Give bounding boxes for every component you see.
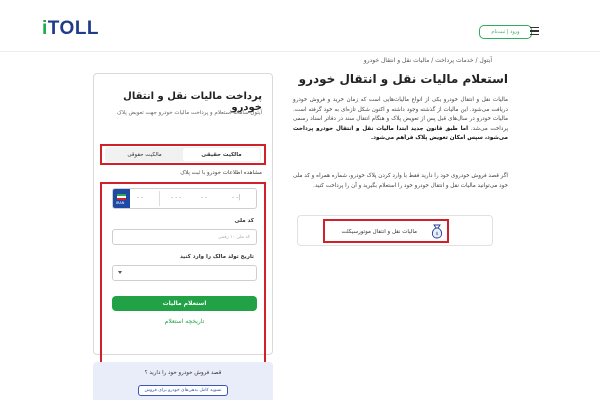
chevron-down-icon — [118, 271, 122, 274]
breadcrumb[interactable]: آیتول / خدمات پرداخت / مالیات نقل و انتق… — [192, 57, 492, 64]
birth-date-select[interactable] — [112, 265, 257, 281]
instructions-paragraph: اگر قصد فروش خودروی خود را دارید فقط با … — [293, 173, 508, 189]
plate-segment-3[interactable]: - - — [201, 194, 207, 201]
birth-date-label: تاریخ تولد مالک را وارد کنید — [179, 254, 254, 260]
national-code-label: کد ملی — [234, 218, 254, 224]
tax-inquiry-card: پرداخت مالیات نقل و انتقال خودرو آیتول س… — [93, 73, 273, 400]
money-bag-icon: $ — [431, 224, 443, 239]
plate-segment-1[interactable]: - - — [137, 194, 143, 201]
intro-paragraph: مالیات نقل و انتقال خودرو یکی از انواع م… — [293, 97, 508, 141]
plate-label: مشاهده اطلاعات خودرو با ثبت پلاک — [180, 170, 262, 176]
page-title: استعلام مالیات نقل و انتقال خودرو — [298, 72, 508, 86]
site-header: iTOLL ورود | ثبت‌نام — [0, 0, 600, 52]
tab-legal-ownership[interactable]: مالکیت حقوقی — [106, 148, 183, 161]
promo-text: قصد فروش خودرو خود را دارید ؟ — [144, 370, 222, 376]
ownership-tabs: مالکیت حقیقی مالکیت حقوقی — [105, 147, 261, 162]
license-plate-input[interactable]: IRAN - - - - - - - - -| — [112, 188, 257, 209]
settle-debts-button[interactable]: تسویه کامل بدهی‌های خودرو برای فروش — [138, 385, 228, 396]
tab-individual-ownership[interactable]: مالکیت حقیقی — [183, 148, 260, 161]
svg-text:$: $ — [436, 231, 439, 236]
service-highlight: مالیات نقل و انتقال موتورسیکلت $ — [323, 219, 449, 243]
plate-segment-2[interactable]: - - - — [171, 194, 181, 201]
national-code-input[interactable]: کد ملی ۱۰ رقمی — [112, 229, 257, 245]
iran-flag-icon: IRAN — [113, 189, 130, 208]
inquiry-history-link[interactable]: تاریخچه استعلام — [112, 318, 257, 325]
hamburger-menu-icon[interactable] — [530, 27, 539, 35]
motorcycle-tax-service-card[interactable]: مالیات نقل و انتقال موتورسیکلت $ — [297, 215, 493, 246]
ownership-tabs-highlight: مالکیت حقیقی مالکیت حقوقی — [100, 144, 266, 165]
plate-segment-4[interactable]: - -| — [232, 194, 240, 201]
itoll-logo[interactable]: iTOLL — [42, 18, 99, 40]
login-button[interactable]: ورود | ثبت‌نام — [479, 25, 532, 39]
inquiry-submit-button[interactable]: استعلام مالیات — [112, 296, 257, 311]
service-label: مالیات نقل و انتقال موتورسیکلت — [341, 229, 417, 235]
card-subtitle: آیتول سامانه استعلام و پرداخت مالیات خود… — [117, 110, 262, 116]
sell-car-promo: قصد فروش خودرو خود را دارید ؟ تسویه کامل… — [93, 362, 273, 400]
